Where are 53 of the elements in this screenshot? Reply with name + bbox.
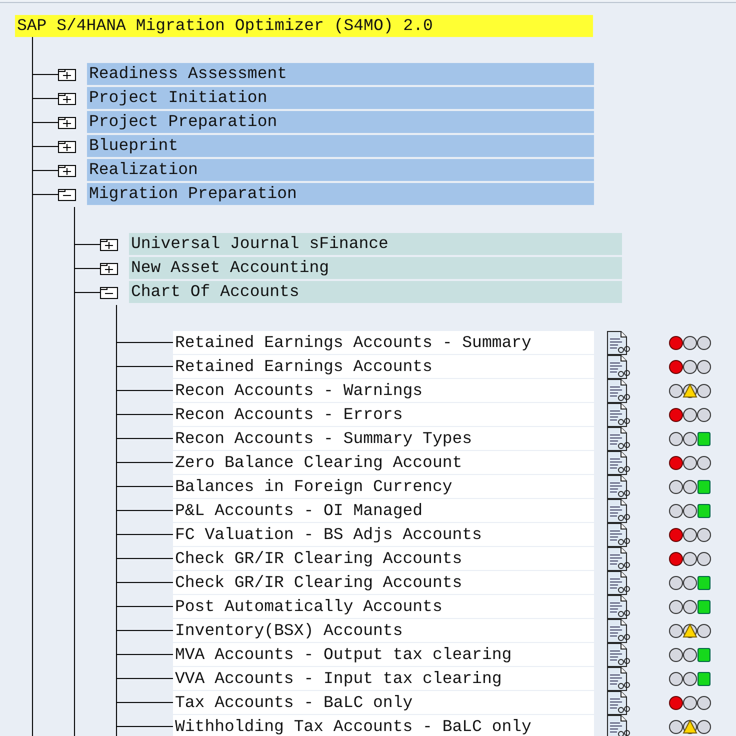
report-label[interactable]: VVA Accounts - Input tax clearing [173,667,594,690]
document-glasses-icon[interactable] [606,426,631,452]
document-glasses-icon[interactable] [606,546,631,572]
report-label[interactable]: Zero Balance Clearing Account [173,451,594,474]
tree-node-label[interactable]: Migration Preparation [87,183,594,205]
tree-title: SAP S/4HANA Migration Optimizer (S4MO) 2.0 [15,15,593,37]
expand-folder-icon[interactable] [100,260,118,276]
report-label[interactable]: Retained Earnings Accounts - Summary [173,331,594,354]
report-label[interactable]: MVA Accounts - Output tax clearing [173,643,594,666]
report-label[interactable]: Inventory(BSX) Accounts [173,619,594,642]
document-glasses-icon[interactable] [606,450,631,476]
tree-node-label[interactable]: Blueprint [87,135,594,157]
expand-folder-icon[interactable] [58,162,76,178]
tree-node-label[interactable]: Readiness Assessment [87,63,594,85]
document-glasses-icon[interactable] [606,690,631,716]
document-glasses-icon[interactable] [606,570,631,596]
tree-node-label[interactable]: Realization [87,159,594,181]
document-glasses-icon[interactable] [606,642,631,668]
document-glasses-icon[interactable] [606,474,631,500]
document-glasses-icon[interactable] [606,354,631,380]
report-label[interactable]: Retained Earnings Accounts [173,355,594,378]
expand-folder-icon[interactable] [58,114,76,130]
report-label[interactable]: Withholding Tax Accounts - BaLC only [173,715,594,736]
tree-node-label[interactable]: New Asset Accounting [129,257,622,279]
expand-folder-icon[interactable] [58,90,76,106]
document-glasses-icon[interactable] [606,378,631,404]
report-label[interactable]: P&L Accounts - OI Managed [173,499,594,522]
report-label[interactable]: Recon Accounts - Warnings [173,379,594,402]
document-glasses-icon[interactable] [606,522,631,548]
report-label[interactable]: Post Automatically Accounts [173,595,594,618]
tree-node-label[interactable]: Project Preparation [87,111,594,133]
report-label[interactable]: Balances in Foreign Currency [173,475,594,498]
expand-folder-icon[interactable] [58,66,76,82]
report-label[interactable]: Check GR/IR Clearing Accounts [173,547,594,570]
expand-folder-icon[interactable] [58,138,76,154]
document-glasses-icon[interactable] [606,714,631,736]
document-glasses-icon[interactable] [606,330,631,356]
report-label[interactable]: Tax Accounts - BaLC only [173,691,594,714]
report-label[interactable]: Recon Accounts - Summary Types [173,427,594,450]
document-glasses-icon[interactable] [606,594,631,620]
document-glasses-icon[interactable] [606,618,631,644]
collapse-folder-icon[interactable] [58,186,76,202]
document-glasses-icon[interactable] [606,666,631,692]
expand-folder-icon[interactable] [100,236,118,252]
collapse-folder-icon[interactable] [100,284,118,300]
tree-node-label[interactable]: Project Initiation [87,87,594,109]
report-label[interactable]: Recon Accounts - Errors [173,403,594,426]
document-glasses-icon[interactable] [606,402,631,428]
report-label[interactable]: FC Valuation - BS Adjs Accounts [173,523,594,546]
report-label[interactable]: Check GR/IR Clearing Accounts [173,571,594,594]
document-glasses-icon[interactable] [606,498,631,524]
tree-node-label[interactable]: Universal Journal sFinance [129,233,622,255]
tree-node-label[interactable]: Chart Of Accounts [129,281,622,303]
